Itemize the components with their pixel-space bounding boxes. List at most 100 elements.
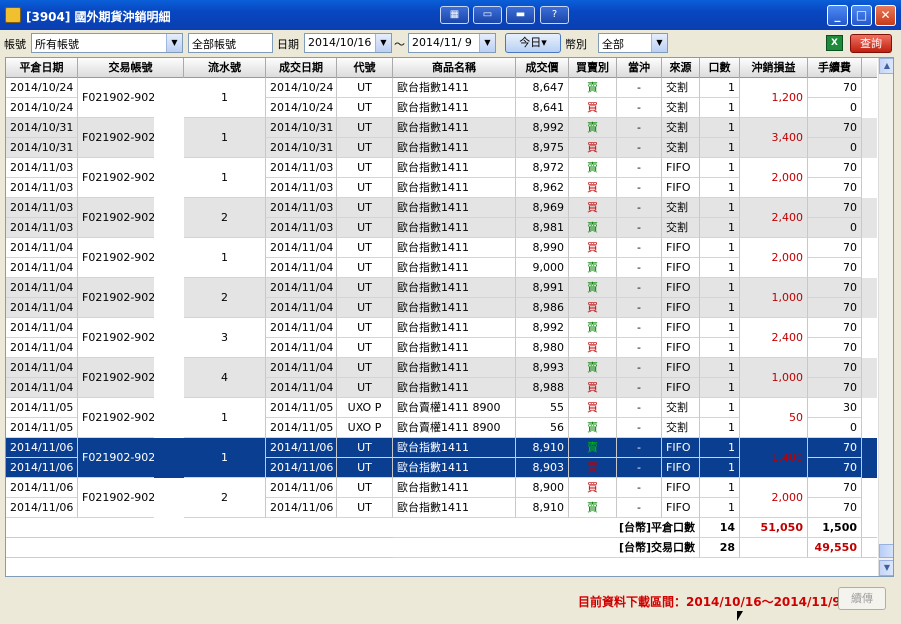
side-cell: 賣 [569, 258, 617, 278]
table-row-group[interactable]: 2014/11/06 2014/11/06 F021902-902 2 2014/11/… [6, 478, 877, 518]
price-cell: 8,900 [516, 478, 569, 498]
fee-cell: 70 [808, 298, 862, 318]
table-row-group[interactable]: 2014/11/06 2014/11/06 F021902-902 1 2014/11/… [6, 438, 877, 478]
qty-cell: 1 [700, 338, 740, 358]
close-date-cell: 2014/11/03 [6, 178, 78, 198]
seq-cell: 1 [184, 398, 266, 438]
tile-view-icon[interactable]: ▦ [440, 6, 469, 24]
table-row-group[interactable]: 2014/11/03 2014/11/03 F021902-902 1 2014/11/… [6, 158, 877, 198]
qty-cell: 1 [700, 158, 740, 178]
close-date-cell: 2014/11/06 [6, 498, 78, 518]
table-row-group[interactable]: 2014/11/04 2014/11/04 F021902-902 3 2014/11/… [6, 318, 877, 358]
close-date-cell: 2014/11/06 [6, 458, 78, 478]
query-button[interactable]: 查詢 [850, 34, 892, 53]
qty-cell: 1 [700, 118, 740, 138]
scroll-down-icon[interactable]: ▼ [879, 560, 893, 576]
table-row-group[interactable]: 2014/10/24 2014/10/24 F021902-902 1 2014/10/… [6, 78, 877, 118]
qty-cell: 1 [700, 278, 740, 298]
day-trade-cell: - [617, 358, 662, 378]
chevron-down-icon[interactable]: ▼ [166, 34, 182, 52]
table-row-group[interactable]: 2014/11/03 2014/11/03 F021902-902 2 2014/11/… [6, 198, 877, 238]
panel-view-icon[interactable]: ▬ [506, 6, 535, 24]
day-trade-cell: - [617, 178, 662, 198]
trade-date-cell: 2014/11/04 [266, 318, 337, 338]
maximize-button[interactable]: □ [851, 5, 872, 26]
fee-cell: 0 [808, 418, 862, 438]
chevron-down-icon[interactable]: ▼ [375, 34, 391, 52]
summary-row: [台幣]交易口數 28 49,550 [6, 538, 877, 558]
vertical-scrollbar[interactable]: ▲ ▼ [878, 58, 893, 576]
scroll-thumb[interactable] [879, 544, 893, 558]
column-header-fee[interactable]: 手續費 [808, 58, 862, 78]
help-icon[interactable]: ? [540, 6, 569, 24]
code-cell: UT [337, 78, 393, 98]
offset-detail-grid[interactable]: 平倉日期 交易帳號 流水號 成交日期 代號 商品名稱 成交價 買賣別 當沖 來源 口數 沖銷損益 手續費… [5, 57, 894, 577]
table-row-group[interactable]: 2014/11/04 2014/11/04 F021902-902 1 2014/11/… [6, 238, 877, 278]
chevron-down-icon[interactable]: ▼ [651, 34, 667, 52]
column-header-source[interactable]: 來源 [662, 58, 700, 78]
trade-date-cell: 2014/11/04 [266, 238, 337, 258]
date-from-picker[interactable]: 2014/10/16 ▼ [304, 33, 392, 53]
window-title: [3904] 國外期貨沖銷明細 [26, 10, 171, 24]
price-cell: 8,903 [516, 458, 569, 478]
fee-cell: 70 [808, 478, 862, 498]
trade-date-cell: 2014/11/04 [266, 298, 337, 318]
column-header-code[interactable]: 代號 [337, 58, 393, 78]
trade-date-cell: 2014/10/31 [266, 138, 337, 158]
code-cell: UT [337, 298, 393, 318]
currency-select[interactable]: 全部 ▼ [598, 33, 668, 53]
fee-cell: 0 [808, 218, 862, 238]
date-to-picker[interactable]: 2014/11/ 9 ▼ [408, 33, 496, 53]
price-cell: 55 [516, 398, 569, 418]
trade-date-cell: 2014/11/04 [266, 338, 337, 358]
code-cell: UT [337, 478, 393, 498]
day-trade-cell: - [617, 118, 662, 138]
fee-cell: 70 [808, 378, 862, 398]
close-button[interactable]: ✕ [875, 5, 896, 26]
code-cell: UT [337, 378, 393, 398]
today-button[interactable]: 今日▾ [505, 33, 561, 53]
close-date-cell: 2014/10/31 [6, 138, 78, 158]
product-name-cell: 歐台指數1411 [393, 278, 516, 298]
chevron-down-icon[interactable]: ▼ [479, 34, 495, 52]
product-name-cell: 歐台指數1411 [393, 178, 516, 198]
column-header-day-trade[interactable]: 當沖 [617, 58, 662, 78]
continue-download-button[interactable]: 續傳 [838, 587, 886, 610]
scroll-up-icon[interactable]: ▲ [879, 58, 893, 74]
code-cell: UT [337, 318, 393, 338]
table-row-group[interactable]: 2014/11/05 2014/11/05 F021902-902 1 2014/11/… [6, 398, 877, 438]
window-view-icon[interactable]: ▭ [473, 6, 502, 24]
account-mask [154, 198, 184, 238]
seq-cell: 3 [184, 318, 266, 358]
grid-header: 平倉日期 交易帳號 流水號 成交日期 代號 商品名稱 成交價 買賣別 當沖 來源 口數 沖銷損益 手續費 [6, 58, 877, 78]
source-cell: FIFO [662, 258, 700, 278]
column-header-price[interactable]: 成交價 [516, 58, 569, 78]
column-header-close-date[interactable]: 平倉日期 [6, 58, 78, 78]
price-cell: 9,000 [516, 258, 569, 278]
date-label: 日期 [277, 38, 299, 51]
table-row-group[interactable]: 2014/11/04 2014/11/04 F021902-902 2 2014/11/… [6, 278, 877, 318]
day-trade-cell: - [617, 438, 662, 458]
side-cell: 賣 [569, 218, 617, 238]
account-select[interactable]: 所有帳號 ▼ [31, 33, 183, 53]
column-header-qty[interactable]: 口數 [700, 58, 740, 78]
fee-cell: 70 [808, 118, 862, 138]
column-header-pnl[interactable]: 沖銷損益 [740, 58, 808, 78]
price-cell: 56 [516, 418, 569, 438]
side-cell: 買 [569, 298, 617, 318]
column-header-seq[interactable]: 流水號 [184, 58, 266, 78]
seq-cell: 1 [184, 118, 266, 158]
column-header-account[interactable]: 交易帳號 [78, 58, 184, 78]
excel-export-icon[interactable]: X [826, 35, 843, 51]
title-bar[interactable]: [3904] 國外期貨沖銷明細 ▦ ▭ ▬ ? _ □ ✕ [0, 0, 901, 30]
product-name-cell: 歐台指數1411 [393, 498, 516, 518]
price-cell: 8,972 [516, 158, 569, 178]
table-row-group[interactable]: 2014/11/04 2014/11/04 F021902-902 4 2014/11/… [6, 358, 877, 398]
column-header-side[interactable]: 買賣別 [569, 58, 617, 78]
qty-cell: 1 [700, 498, 740, 518]
column-header-product-name[interactable]: 商品名稱 [393, 58, 516, 78]
side-cell: 買 [569, 178, 617, 198]
minimize-button[interactable]: _ [827, 5, 848, 26]
table-row-group[interactable]: 2014/10/31 2014/10/31 F021902-902 1 2014/10/… [6, 118, 877, 158]
column-header-trade-date[interactable]: 成交日期 [266, 58, 337, 78]
